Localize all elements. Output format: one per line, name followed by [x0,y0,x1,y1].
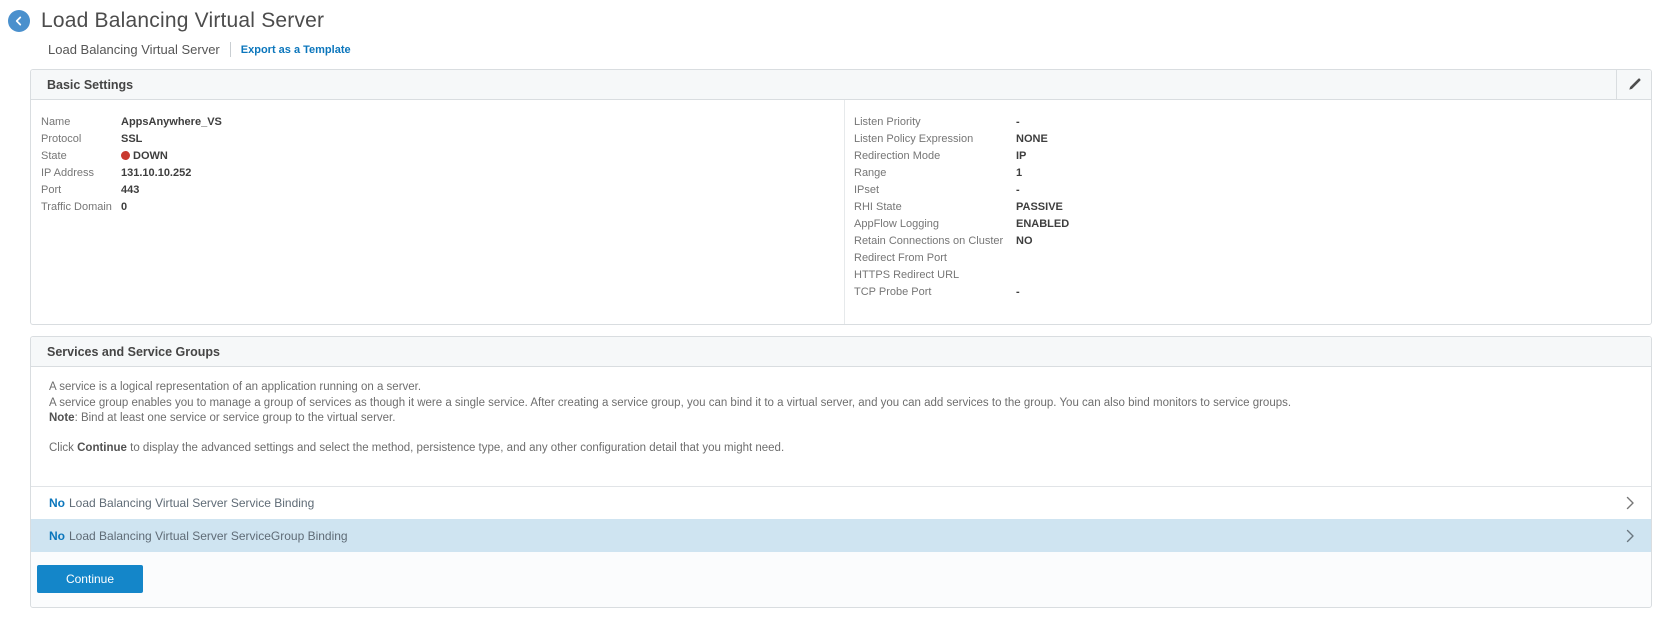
field-label: Range [854,167,1016,179]
field-row-retain-connections-on-cluster: Retain Connections on Cluster NO [854,232,1069,249]
button-row: Continue [31,552,1651,607]
basic-settings-panel: Basic Settings Name AppsAnywhere_VS Prot… [30,69,1652,325]
basic-settings-header: Basic Settings [31,70,1651,100]
description-line-1: A service is a logical representation of… [49,380,1635,396]
tab-load-balancing-virtual-server: Load Balancing Virtual Server [48,42,220,57]
note-label: Note [49,412,75,424]
basic-settings-right-column: Listen Priority - Listen Policy Expressi… [854,113,1069,300]
field-label: Name [41,116,121,128]
field-row-https-redirect-url: HTTPS Redirect URL [854,266,1069,283]
field-label: IP Address [41,167,121,179]
field-label: AppFlow Logging [854,218,1016,230]
services-title: Services and Service Groups [47,345,220,359]
field-label: Traffic Domain [41,201,121,213]
field-row-redirect-from-port: Redirect From Port [854,249,1069,266]
field-value: - [1016,116,1020,128]
continue-hint-bold: Continue [77,442,127,454]
export-as-template-link[interactable]: Export as a Template [241,44,351,56]
field-label: IPset [854,184,1016,196]
binding-count: No [49,529,65,543]
subtab-row: Load Balancing Virtual Server Export as … [48,41,1660,58]
field-value: 131.10.10.252 [121,167,191,179]
binding-label: Load Balancing Virtual Server Service Bi… [69,496,314,510]
field-row-redirection-mode: Redirection Mode IP [854,147,1069,164]
status-down-icon [121,151,130,160]
field-row-ip-address: IP Address 131.10.10.252 [41,164,222,181]
field-label: Listen Policy Expression [854,133,1016,145]
vertical-separator [230,42,231,57]
description-note: Note: Bind at least one service or servi… [49,411,1635,427]
field-label: HTTPS Redirect URL [854,269,1016,281]
field-label: State [41,150,121,162]
field-row-protocol: Protocol SSL [41,130,222,147]
field-value: - [1016,286,1020,298]
continue-hint-post: to display the advanced settings and sel… [127,442,784,454]
field-row-listen-policy-expression: Listen Policy Expression NONE [854,130,1069,147]
status-text: DOWN [133,150,168,162]
continue-button[interactable]: Continue [37,565,143,593]
basic-settings-actions [1616,70,1651,99]
field-label: RHI State [854,201,1016,213]
field-value: IP [1016,150,1026,162]
field-label: Redirect From Port [854,252,1016,264]
status-badge: DOWN [121,150,168,162]
field-row-port: Port 443 [41,181,222,198]
field-value: 1 [1016,167,1022,179]
chevron-right-icon [1626,496,1635,510]
field-label: Redirection Mode [854,150,1016,162]
field-row-range: Range 1 [854,164,1069,181]
binding-label: Load Balancing Virtual Server ServiceGro… [69,529,348,543]
services-panel: Services and Service Groups A service is… [30,336,1652,608]
field-row-rhi-state: RHI State PASSIVE [854,198,1069,215]
services-description: A service is a logical representation of… [31,367,1651,486]
arrow-left-icon [13,15,25,27]
field-label: TCP Probe Port [854,286,1016,298]
back-button[interactable] [8,10,30,32]
chevron-right-icon [1626,529,1635,543]
field-row-ipset: IPset - [854,181,1069,198]
field-label: Listen Priority [854,116,1016,128]
field-label: Port [41,184,121,196]
field-row-listen-priority: Listen Priority - [854,113,1069,130]
edit-basic-settings-button[interactable] [1617,70,1651,99]
description-line-2: A service group enables you to manage a … [49,396,1635,412]
field-label: Retain Connections on Cluster [854,235,1016,247]
field-value: AppsAnywhere_VS [121,116,222,128]
basic-settings-body: Name AppsAnywhere_VS Protocol SSL State … [31,100,1651,324]
continue-hint-pre: Click [49,442,77,454]
servicegroup-binding-row[interactable]: No Load Balancing Virtual Server Service… [31,519,1651,552]
field-value: - [1016,184,1020,196]
field-value: 443 [121,184,139,196]
field-row-tcp-probe-port: TCP Probe Port - [854,283,1069,300]
continue-hint: Click Continue to display the advanced s… [49,441,1635,457]
field-label: Protocol [41,133,121,145]
binding-count: No [49,496,65,510]
services-header: Services and Service Groups [31,337,1651,367]
field-row-appflow-logging: AppFlow Logging ENABLED [854,215,1069,232]
basic-settings-title: Basic Settings [47,78,133,92]
column-divider [844,100,845,324]
field-row-name: Name AppsAnywhere_VS [41,113,222,130]
top-header: Load Balancing Virtual Server [0,0,1660,33]
field-row-traffic-domain: Traffic Domain 0 [41,198,222,215]
field-value: PASSIVE [1016,201,1063,213]
note-text: : Bind at least one service or service g… [75,412,396,424]
pencil-icon [1627,77,1642,92]
field-value: NO [1016,235,1033,247]
service-binding-row[interactable]: No Load Balancing Virtual Server Service… [31,486,1651,519]
field-value: SSL [121,133,142,145]
basic-settings-left-column: Name AppsAnywhere_VS Protocol SSL State … [41,113,222,215]
page-title: Load Balancing Virtual Server [41,9,324,33]
field-value: 0 [121,201,127,213]
field-row-state: State DOWN [41,147,222,164]
field-value: ENABLED [1016,218,1069,230]
field-value: NONE [1016,133,1048,145]
